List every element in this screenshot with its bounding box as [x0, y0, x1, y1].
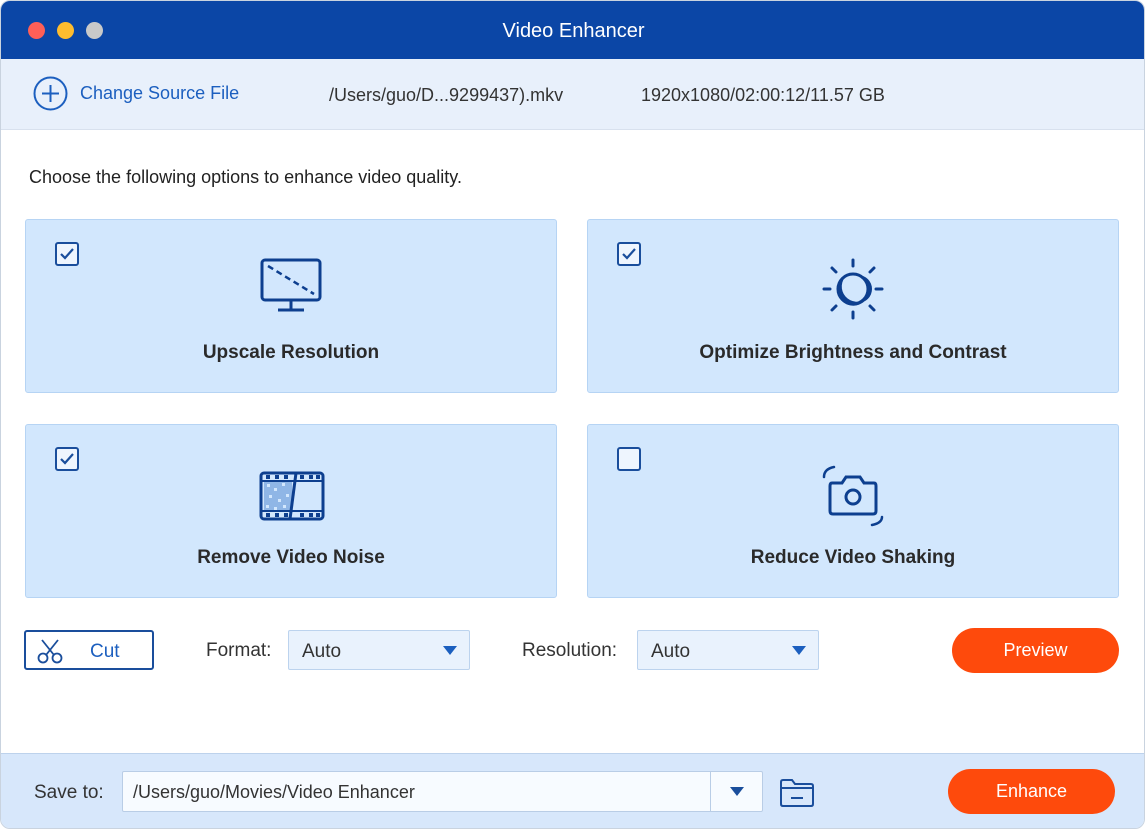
change-source-file-label: Change Source File [80, 83, 240, 103]
preview-button[interactable]: Preview [952, 628, 1119, 673]
option-optimize-brightness[interactable]: Optimize Brightness and Contrast [587, 219, 1119, 393]
upscale-resolution-label: Upscale Resolution [202, 342, 380, 363]
optimize-brightness-checkbox[interactable] [617, 242, 641, 266]
chevron-down-icon [730, 787, 744, 796]
instruction-text: Choose the following options to enhance … [29, 167, 462, 187]
option-remove-video-noise[interactable]: Remove Video Noise [25, 424, 557, 598]
upscale-resolution-checkbox[interactable] [55, 242, 79, 266]
checkmark-icon [60, 248, 74, 260]
resolution-select[interactable]: Auto [637, 630, 819, 670]
monitor-icon [260, 258, 322, 312]
format-value: Auto [302, 641, 342, 662]
reduce-shaking-checkbox[interactable] [617, 447, 641, 471]
checkmark-icon [622, 248, 636, 260]
remove-noise-checkbox[interactable] [55, 447, 79, 471]
source-bar: Change Source File /Users/guo/D...929943… [1, 59, 1144, 130]
title-bar: Video Enhancer [1, 1, 1144, 59]
footer-bar: Save to: /Users/guo/Movies/Video Enhance… [1, 753, 1144, 828]
optimize-brightness-label: Optimize Brightness and Contrast [699, 342, 1007, 363]
save-to-label: Save to: [34, 782, 104, 803]
scissors-icon [37, 639, 63, 664]
camera-stabilize-icon [822, 465, 884, 527]
source-filename: /Users/guo/D...9299437).mkv [329, 85, 564, 105]
add-circle-icon [33, 76, 68, 111]
chevron-down-icon [792, 646, 806, 655]
chevron-down-icon [443, 646, 457, 655]
enhance-button[interactable]: Enhance [948, 769, 1115, 814]
format-label: Format: [206, 640, 272, 661]
checkmark-icon [60, 453, 74, 465]
remove-noise-label: Remove Video Noise [197, 547, 385, 568]
cut-button[interactable]: Cut [24, 630, 154, 670]
cut-label: Cut [90, 641, 120, 662]
change-source-file-button[interactable]: Change Source File [33, 76, 239, 111]
save-path-dropdown-button[interactable] [711, 772, 763, 811]
window-title: Video Enhancer [502, 20, 645, 42]
save-path-field[interactable]: /Users/guo/Movies/Video Enhancer [122, 771, 763, 812]
resolution-label: Resolution: [522, 640, 618, 661]
option-reduce-video-shaking[interactable]: Reduce Video Shaking [587, 424, 1119, 598]
film-noise-icon [259, 471, 325, 521]
format-select[interactable]: Auto [288, 630, 470, 670]
resolution-value: Auto [651, 641, 691, 662]
reduce-shaking-label: Reduce Video Shaking [750, 547, 956, 568]
brightness-icon [822, 258, 884, 320]
save-path-value: /Users/guo/Movies/Video Enhancer [133, 782, 415, 802]
app-window: Video Enhancer Change Source File /Users… [0, 0, 1145, 829]
source-file-info: 1920x1080/02:00:12/11.57 GB [641, 85, 885, 105]
folder-icon[interactable] [778, 776, 816, 808]
option-upscale-resolution[interactable]: Upscale Resolution [25, 219, 557, 393]
